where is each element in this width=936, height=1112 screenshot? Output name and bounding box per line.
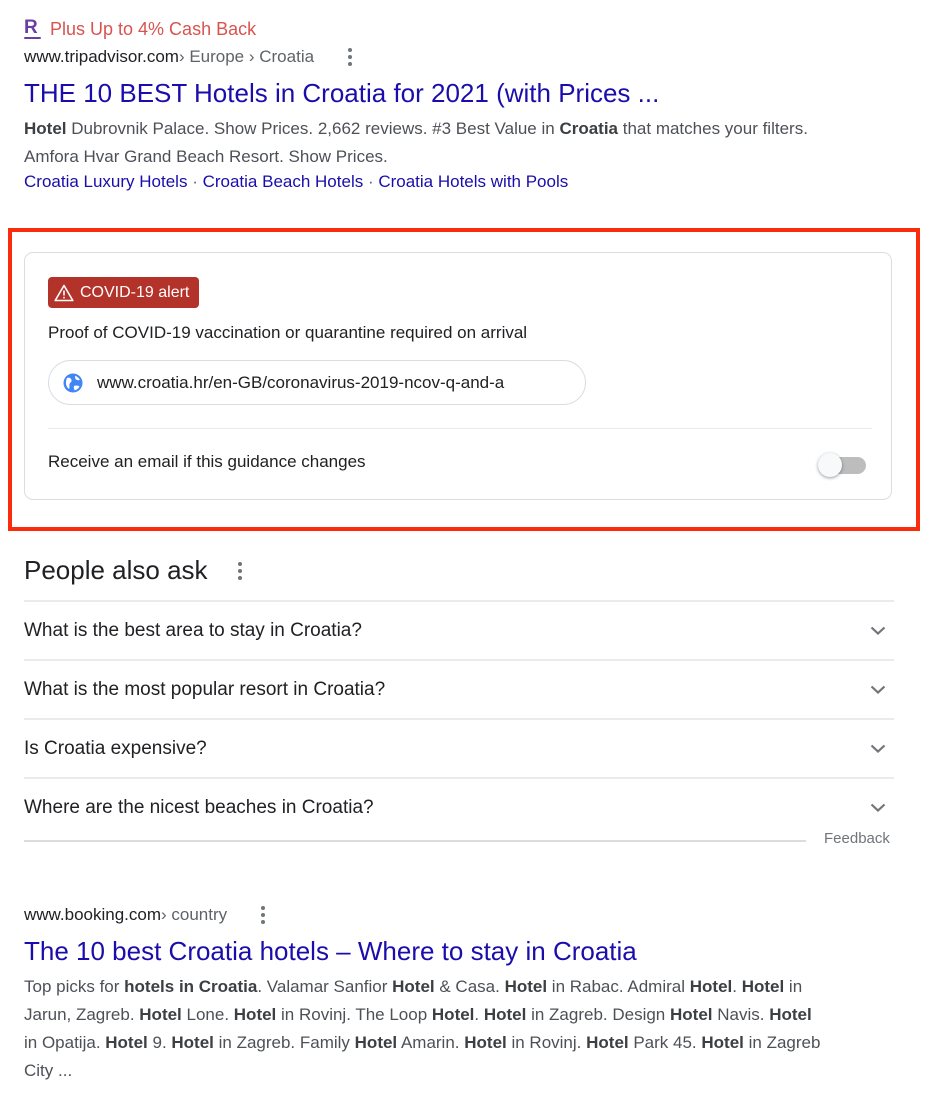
snippet-bold-term: hotels in Croatia bbox=[124, 977, 258, 996]
result1-breadcrumbs: › Europe › Croatia bbox=[178, 47, 315, 66]
snippet-text: in Rabac. Admiral bbox=[547, 977, 690, 996]
sitelink-beach-hotels[interactable]: Croatia Beach Hotels bbox=[203, 172, 364, 191]
paa-more-options-icon[interactable] bbox=[232, 561, 248, 580]
snippet-bold-term: Hotel bbox=[504, 977, 548, 996]
sitelink-hotels-with-pools[interactable]: Croatia Hotels with Pools bbox=[378, 172, 568, 191]
snippet-bold-term: Hotel bbox=[741, 977, 785, 996]
sitelink-luxury-hotels[interactable]: Croatia Luxury Hotels bbox=[24, 172, 187, 191]
result1-snippet: Hotel Dubrovnik Palace. Show Prices. 2,6… bbox=[24, 115, 844, 171]
snippet-text: Amarin. bbox=[397, 1033, 465, 1052]
result2-domain: www.booking.com bbox=[24, 905, 162, 924]
paa-question-text: Is Croatia expensive? bbox=[24, 737, 207, 759]
people-also-ask-title: People also ask bbox=[24, 555, 208, 585]
paa-question-text: Where are the nicest beaches in Croatia? bbox=[24, 796, 374, 818]
cashback-offer-text: Plus Up to 4% Cash Back bbox=[50, 18, 257, 39]
snippet-text: in Zagreb. Family bbox=[213, 1033, 355, 1052]
covid-requirement-text: Proof of COVID-19 vaccination or quarant… bbox=[48, 323, 528, 342]
result2-title-link[interactable]: The 10 best Croatia hotels – Where to st… bbox=[24, 936, 637, 967]
snippet-text: . bbox=[732, 977, 742, 996]
paa-bottom-divider bbox=[24, 840, 806, 842]
paa-question[interactable]: Is Croatia expensive? bbox=[24, 718, 894, 777]
snippet-bold-term: Hotel bbox=[354, 1033, 398, 1052]
snippet-bold-term: Hotel bbox=[483, 1005, 527, 1024]
feedback-link[interactable]: Feedback bbox=[824, 830, 890, 847]
result1-cite: www.tripadvisor.com › Europe › Croatia bbox=[24, 44, 358, 70]
snippet-bold-term: Hotel bbox=[670, 1005, 713, 1024]
covid-alert-badge: COVID-19 alert bbox=[48, 277, 200, 308]
snippet-text: . bbox=[474, 1005, 484, 1024]
sitelink-separator: · bbox=[187, 172, 203, 191]
snippet-text: Navis. bbox=[712, 1005, 770, 1024]
chevron-down-icon bbox=[870, 744, 886, 753]
snippet-text: Dubrovnik Palace. Show Prices. 2,662 rev… bbox=[66, 119, 560, 138]
rakuten-logo-icon: R bbox=[24, 18, 42, 40]
snippet-text: in Zagreb. Design bbox=[526, 1005, 670, 1024]
paa-question-text: What is the most popular resort in Croat… bbox=[24, 678, 386, 700]
snippet-bold-term: Hotel bbox=[464, 1033, 507, 1052]
paa-question[interactable]: What is the most popular resort in Croat… bbox=[24, 659, 894, 718]
sitelink-separator: · bbox=[363, 172, 379, 191]
paa-question-text: What is the best area to stay in Croatia… bbox=[24, 619, 362, 641]
result2-more-options-icon[interactable] bbox=[255, 906, 271, 924]
snippet-text: Top picks for bbox=[24, 977, 125, 996]
email-alert-toggle[interactable] bbox=[818, 452, 868, 478]
covid-info-url: www.croatia.hr/en-GB/coronavirus-2019-nc… bbox=[97, 372, 505, 392]
email-alert-label: Receive an email if this guidance change… bbox=[48, 452, 366, 471]
snippet-bold-term: Hotel bbox=[139, 1005, 182, 1024]
snippet-bold-term: Hotel bbox=[24, 119, 67, 138]
snippet-text: in Opatija. bbox=[24, 1033, 106, 1052]
snippet-bold-term: Hotel bbox=[431, 1005, 475, 1024]
snippet-text: 9. bbox=[147, 1033, 172, 1052]
result1-domain: www.tripadvisor.com bbox=[24, 47, 179, 66]
snippet-bold-term: Hotel bbox=[701, 1033, 744, 1052]
people-also-ask-list: What is the best area to stay in Croatia… bbox=[24, 600, 894, 836]
card-divider bbox=[48, 428, 872, 429]
snippet-bold-term: Hotel bbox=[233, 1005, 277, 1024]
result2-breadcrumbs: › country bbox=[161, 905, 228, 924]
snippet-bold-term: Hotel bbox=[586, 1033, 629, 1052]
snippet-bold-term: Hotel bbox=[769, 1005, 812, 1024]
snippet-text: in Rovinj. The Loop bbox=[276, 1005, 432, 1024]
snippet-text: in Rovinj. bbox=[506, 1033, 587, 1052]
result1-title-link[interactable]: THE 10 BEST Hotels in Croatia for 2021 (… bbox=[24, 78, 659, 109]
chevron-down-icon bbox=[870, 803, 886, 812]
result2-snippet: Top picks for hotels in Croatia. Valamar… bbox=[24, 973, 824, 1085]
snippet-bold-term: Croatia bbox=[559, 119, 619, 138]
paa-question[interactable]: What is the best area to stay in Croatia… bbox=[24, 600, 894, 659]
snippet-bold-term: Hotel bbox=[105, 1033, 148, 1052]
chevron-down-icon bbox=[870, 685, 886, 694]
warning-triangle-icon bbox=[54, 284, 74, 301]
people-also-ask-heading: People also ask bbox=[24, 555, 248, 586]
snippet-bold-term: Hotel bbox=[689, 977, 733, 996]
result1-more-options-icon[interactable] bbox=[342, 48, 358, 66]
cashback-ad-line[interactable]: R Plus Up to 4% Cash Back bbox=[24, 16, 256, 42]
chevron-down-icon bbox=[870, 626, 886, 635]
snippet-text: & Casa. bbox=[434, 977, 505, 996]
result1-sitelinks: Croatia Luxury Hotels · Croatia Beach Ho… bbox=[24, 172, 568, 192]
paa-question[interactable]: Where are the nicest beaches in Croatia? bbox=[24, 777, 894, 836]
snippet-text: Park 45. bbox=[628, 1033, 702, 1052]
snippet-bold-term: Hotel bbox=[392, 977, 435, 996]
snippet-bold-term: Hotel bbox=[171, 1033, 214, 1052]
covid-info-link-chip[interactable]: www.croatia.hr/en-GB/coronavirus-2019-nc… bbox=[48, 360, 586, 405]
toggle-thumb bbox=[818, 453, 842, 477]
globe-icon bbox=[63, 373, 83, 392]
result2-cite: www.booking.com › country bbox=[24, 902, 271, 928]
covid-alert-label: COVID-19 alert bbox=[80, 283, 190, 301]
snippet-text: . Valamar Sanfior bbox=[257, 977, 393, 996]
snippet-text: Lone. bbox=[181, 1005, 234, 1024]
